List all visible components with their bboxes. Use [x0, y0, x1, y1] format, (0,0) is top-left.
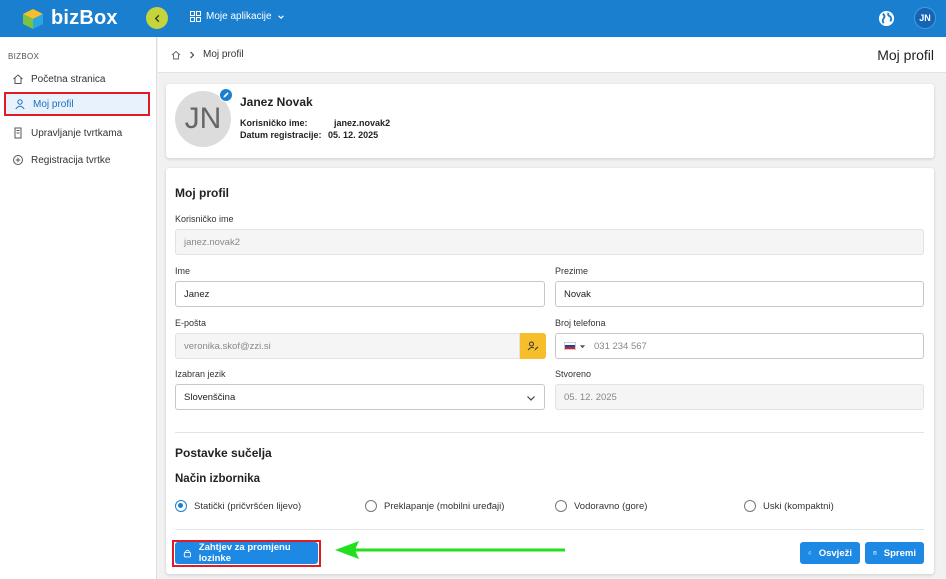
chevron-right-icon [190, 51, 195, 58]
apps-menu-label: Moje aplikacije [206, 11, 272, 22]
save-label: Spremi [883, 547, 916, 559]
chevron-down-icon [277, 14, 284, 19]
building-icon [14, 127, 22, 139]
radio-circle [555, 500, 567, 512]
breadcrumb-current: Moj profil [203, 49, 244, 60]
last-name-label: Prezime [555, 266, 589, 276]
radio-label: Vodoravno (gore) [574, 500, 648, 512]
profile-username-row: Korisničko ime: janez.novak2 [240, 118, 390, 128]
refresh-icon [808, 551, 812, 555]
menu-mode-overlay-radio[interactable]: Preklapanje (mobilni uređaji) [365, 500, 504, 512]
sidebar-item-label: Upravljanje tvrtkama [31, 127, 123, 139]
language-label: Izabran jezik [175, 369, 226, 379]
app-logo[interactable]: bizBox [22, 7, 142, 30]
section-divider [175, 529, 924, 530]
profile-name: Janez Novak [240, 95, 313, 109]
home-icon[interactable] [171, 50, 181, 60]
plus-circle-icon [13, 155, 23, 165]
radio-circle [175, 500, 187, 512]
first-name-value: Janez [184, 288, 210, 300]
top-bar: bizBox Moje aplikacije JN [0, 0, 946, 37]
section-divider [175, 432, 924, 433]
username-field: janez.novak2 [175, 229, 924, 255]
registered-value: 05. 12. 2025 [328, 130, 379, 140]
email-value: veronika.skof@zzi.si [184, 340, 271, 352]
sidebar-item-my-profile[interactable]: Moj profil [4, 92, 150, 116]
country-code-select[interactable] [564, 342, 586, 350]
menu-mode-compact-radio[interactable]: Uski (kompaktni) [744, 500, 834, 512]
phone-field[interactable]: 031 234 567 [555, 333, 924, 359]
breadcrumb: Moj profil Moj profil [158, 37, 946, 73]
sidebar-item-label: Početna stranica [31, 73, 106, 85]
user-edit-icon [527, 341, 539, 351]
sidebar-section-title: BIZBOX [8, 52, 40, 61]
email-label: E-pošta [175, 318, 207, 328]
change-email-button[interactable] [520, 333, 546, 359]
username-field-label: Korisničko ime [175, 214, 234, 224]
save-icon [873, 551, 877, 555]
registered-label: Datum registracije: [240, 130, 322, 140]
username-value: janez.novak2 [334, 118, 391, 128]
chevron-left-icon [154, 14, 159, 22]
radio-circle [365, 500, 377, 512]
chevron-down-icon [527, 396, 535, 401]
sidebar: BIZBOX Početna stranica Moj profil Uprav… [0, 37, 157, 579]
first-name-field[interactable]: Janez [175, 281, 545, 307]
collapse-sidebar-button[interactable] [146, 7, 168, 29]
phone-label: Broj telefona [555, 318, 606, 328]
highlight-box [172, 540, 321, 567]
ui-settings-heading: Postavke sučelja [175, 446, 272, 460]
user-icon [15, 99, 25, 110]
menu-mode-horizontal-radio[interactable]: Vodoravno (gore) [555, 500, 647, 512]
cube-logo-icon [23, 8, 43, 29]
globe-icon[interactable] [878, 10, 895, 27]
sidebar-item-company-registration[interactable]: Registracija tvrtke [4, 148, 150, 172]
slovenia-flag-icon [564, 342, 576, 350]
sidebar-item-label: Registracija tvrtke [31, 154, 111, 166]
radio-circle [744, 500, 756, 512]
page-title: Moj profil [877, 47, 934, 63]
last-name-value: Novak [564, 288, 591, 300]
first-name-label: Ime [175, 266, 191, 276]
radio-label: Statički (pričvršćen lijevo) [194, 500, 302, 512]
last-name-field[interactable]: Novak [555, 281, 924, 307]
language-select[interactable]: Slovenščina [175, 384, 545, 410]
sidebar-item-label: Moj profil [33, 98, 74, 110]
edit-avatar-button[interactable] [219, 88, 233, 102]
brand-name: bizBox [51, 7, 118, 29]
home-icon [13, 74, 23, 84]
radio-label: Preklapanje (mobilni uređaji) [384, 500, 505, 512]
caret-down-icon [579, 344, 586, 348]
created-value: 05. 12. 2025 [564, 391, 617, 403]
created-field: 05. 12. 2025 [555, 384, 924, 410]
apps-menu[interactable]: Moje aplikacije [190, 11, 285, 22]
email-field: veronika.skof@zzi.si [175, 333, 520, 359]
menu-mode-heading: Način izbornika [175, 473, 260, 485]
save-button[interactable]: Spremi [865, 542, 924, 564]
sidebar-item-company-management[interactable]: Upravljanje tvrtkama [4, 121, 150, 145]
sidebar-item-home[interactable]: Početna stranica [4, 67, 150, 91]
user-avatar[interactable]: JN [914, 7, 936, 29]
profile-registered-row: Datum registracije: 05. 12. 2025 [240, 130, 378, 140]
username-label: Korisničko ime: [240, 118, 308, 128]
profile-summary-card: JN Janez Novak Korisničko ime: janez.nov… [166, 84, 934, 158]
form-heading: Moj profil [175, 186, 229, 200]
created-label: Stvoreno [555, 369, 592, 379]
radio-label: Uski (kompaktni) [763, 500, 834, 512]
refresh-button[interactable]: Osvježi [800, 542, 860, 564]
language-value: Slovenščina [184, 391, 236, 403]
pencil-icon [223, 92, 229, 98]
grid-icon [190, 11, 201, 22]
phone-value: 031 234 567 [594, 340, 647, 352]
refresh-label: Osvježi [818, 547, 852, 559]
green-arrow-annotation [335, 541, 565, 559]
username-field-value: janez.novak2 [184, 236, 240, 248]
menu-mode-static-radio[interactable]: Statički (pričvršćen lijevo) [175, 500, 301, 512]
